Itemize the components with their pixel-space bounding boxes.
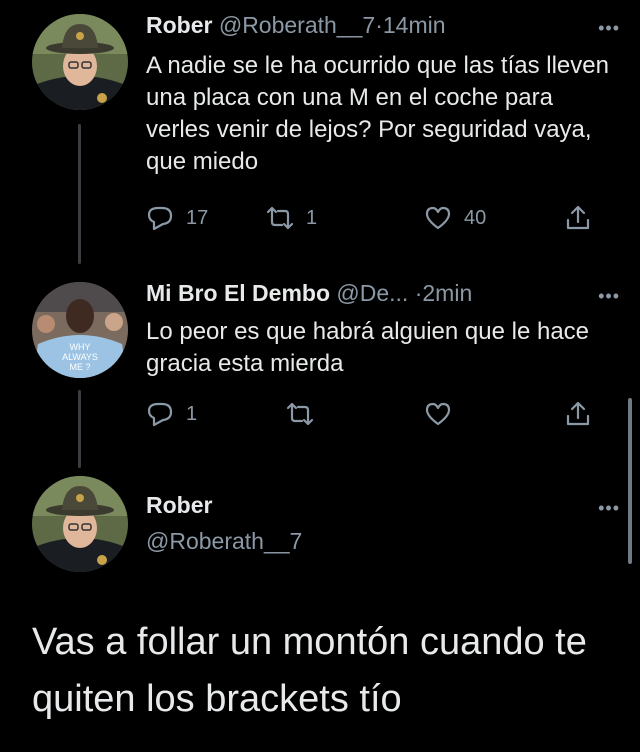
avatar-rober[interactable] [32,476,128,572]
timestamp[interactable]: 2min [422,280,472,306]
retweet-icon [266,206,294,230]
tweet-header: Rober @Roberath__7·14min ••• [146,12,620,39]
avatar-rober[interactable] [32,14,128,110]
handle[interactable]: @De... [336,280,408,306]
tweet-actions: 1 [146,396,596,432]
main-tweet-name: Rober ••• [146,492,620,519]
avatar-rober-image [32,476,128,572]
handle[interactable]: @Roberath__7 [146,528,302,554]
main-tweet-text: Vas a follar un montón cuando te quiten … [32,621,587,720]
thread-line [78,124,81,264]
timestamp[interactable]: 14min [383,12,446,38]
reply-button[interactable]: 17 [146,200,208,236]
display-name[interactable]: Mi Bro El Dembo [146,280,330,306]
tweet-header: Mi Bro El Dembo @De... ·2min ••• [146,280,620,307]
heart-icon [425,206,451,230]
share-button[interactable] [564,396,592,432]
avatar-dembo-image: WHY ALWAYS ME ? [32,282,128,378]
reply-icon [147,402,173,427]
main-tweet-handle: @Roberath__7 [146,528,620,555]
share-button[interactable] [564,200,592,236]
display-name[interactable]: Rober [146,492,212,518]
handle[interactable]: @Roberath__7 [219,12,375,38]
share-icon [566,401,590,426]
tweet-actions: 17 1 40 [146,200,596,236]
retweet-button[interactable] [286,396,314,432]
svg-text:ALWAYS: ALWAYS [62,352,98,362]
more-options-icon[interactable]: ••• [598,18,620,39]
avatar-dembo[interactable]: WHY ALWAYS ME ? [32,282,128,378]
separator-dot: · [375,12,383,38]
like-button[interactable]: 40 [424,200,486,236]
retweet-icon [286,402,314,426]
retweet-button[interactable]: 1 [266,200,317,236]
share-icon [566,205,590,230]
shirt-text: WHY [70,342,91,352]
tweet-text: Lo peor es que habrá alguien que le hace… [146,318,590,377]
heart-icon [425,402,451,426]
display-name[interactable]: Rober [146,12,212,38]
retweet-count: 1 [306,206,318,229]
reply-button[interactable]: 1 [146,396,197,432]
more-options-icon[interactable]: ••• [598,498,620,519]
tweet-text: A nadie se le ha ocurrido que las tías l… [146,52,609,175]
reply-count: 17 [186,206,209,229]
thread-line [78,390,81,468]
like-button[interactable] [424,396,452,432]
more-options-icon[interactable]: ••• [598,286,620,307]
like-count: 40 [464,206,487,229]
svg-text:ME ?: ME ? [69,362,90,372]
avatar-rober-image [32,14,128,110]
scrollbar[interactable] [628,398,632,564]
reply-icon [147,206,173,231]
reply-count: 1 [186,402,198,425]
